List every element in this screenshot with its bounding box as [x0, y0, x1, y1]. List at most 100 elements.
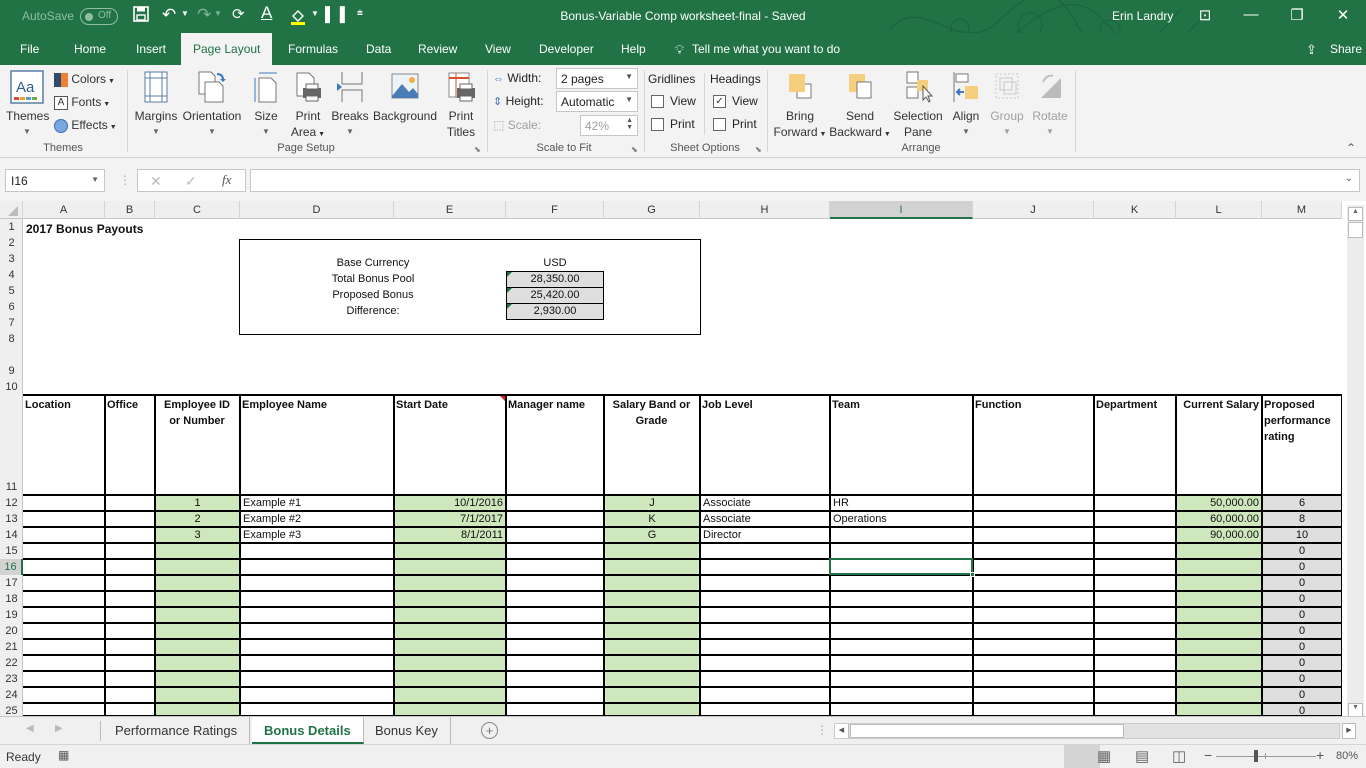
headings-print-check[interactable]	[713, 118, 726, 132]
height-dropdown[interactable]: Automatic ▼	[556, 91, 638, 112]
expand-formula-icon[interactable]: ⌄	[1345, 173, 1353, 184]
performance-rating-cell[interactable]: 0	[1262, 672, 1342, 687]
performance-rating-cell[interactable]: 0	[1262, 576, 1342, 591]
row-header-3[interactable]: 3	[0, 251, 23, 267]
collapse-ribbon-icon[interactable]: ⌃	[1346, 141, 1356, 155]
performance-rating-cell[interactable]: 0	[1262, 704, 1342, 716]
employee-name-cell[interactable]: Example #2	[240, 512, 394, 527]
prev-sheet-icon[interactable]: ◀	[26, 723, 34, 734]
performance-rating-cell[interactable]: 0	[1262, 608, 1342, 623]
scroll-down-icon[interactable]: ▼	[1348, 703, 1363, 717]
performance-rating-cell[interactable]: 0	[1262, 592, 1342, 607]
headings-view-check[interactable]: ✓	[713, 95, 726, 109]
sheet-title[interactable]: 2017 Bonus Payouts	[23, 222, 146, 237]
column-title[interactable]: Department	[1094, 395, 1176, 495]
colors-button[interactable]: Colors ▼	[54, 71, 115, 90]
tab-home[interactable]: Home	[74, 42, 106, 56]
column-title[interactable]: Function	[973, 395, 1094, 495]
row-header-23[interactable]: 23	[0, 671, 23, 687]
column-header-g[interactable]: G	[604, 201, 700, 219]
formula-input[interactable]: ⌄	[250, 169, 1360, 192]
column-header-d[interactable]: D	[240, 201, 394, 219]
column-header-c[interactable]: C	[155, 201, 240, 219]
job-level-cell[interactable]: Associate	[700, 512, 830, 527]
send-backward-button[interactable]: Send Backward ▼	[828, 70, 892, 143]
print-titles-button[interactable]: Print Titles	[442, 70, 480, 140]
column-title[interactable]: Start Date	[394, 395, 506, 495]
performance-rating-cell[interactable]: 0	[1262, 640, 1342, 655]
enter-icon[interactable]: ✓	[185, 173, 197, 190]
page-layout-view-icon[interactable]: ▤	[1135, 747, 1149, 765]
next-sheet-icon[interactable]: ▶	[55, 723, 63, 734]
zoom-slider-thumb[interactable]	[1254, 750, 1258, 762]
align-button[interactable]: Align ▼	[946, 70, 986, 140]
gridlines-print-checkbox[interactable]: Print	[651, 117, 695, 132]
column-header-a[interactable]: A	[23, 201, 105, 219]
difference-value[interactable]: 2,930.00	[506, 303, 604, 320]
performance-rating-cell[interactable]: 8	[1262, 512, 1342, 527]
column-title[interactable]: Job Level	[700, 395, 830, 495]
row-header-14[interactable]: 14	[0, 527, 23, 543]
zoom-out-icon[interactable]: −	[1204, 747, 1212, 763]
job-level-cell[interactable]: Director	[700, 528, 830, 543]
ribbon-display-options-icon[interactable]: ⊡	[1190, 6, 1220, 24]
gridlines-view-check[interactable]	[651, 95, 664, 109]
scroll-left-icon[interactable]: ◀	[835, 724, 849, 738]
column-header-i[interactable]: I	[830, 201, 973, 219]
column-title[interactable]: Salary Band or Grade	[604, 395, 700, 495]
tab-page-layout[interactable]: Page Layout	[181, 33, 273, 65]
worksheet-grid[interactable]: 2017 Bonus Payouts Base Currency USD Tot…	[23, 219, 1342, 716]
performance-rating-cell[interactable]: 10	[1262, 528, 1342, 543]
column-header-j[interactable]: J	[973, 201, 1094, 219]
column-title[interactable]: Office	[105, 395, 155, 495]
breaks-button[interactable]: Breaks ▼	[331, 70, 369, 140]
row-header-6[interactable]: 6	[0, 299, 23, 315]
column-title[interactable]: Proposed performance rating	[1262, 395, 1342, 495]
tab-data[interactable]: Data	[366, 42, 391, 56]
column-header-k[interactable]: K	[1094, 201, 1176, 219]
page-setup-launcher-icon[interactable]: ⬊	[474, 145, 481, 154]
employee-id-cell[interactable]: 3	[155, 528, 240, 543]
current-salary-cell[interactable]: 50,000.00	[1176, 496, 1262, 511]
tab-view[interactable]: View	[485, 42, 511, 56]
row-header-19[interactable]: 19	[0, 607, 23, 623]
sheet-tab-performance-ratings[interactable]: Performance Ratings	[103, 717, 251, 744]
themes-button[interactable]: Aa Themes ▼	[6, 70, 49, 140]
column-header-b[interactable]: B	[105, 201, 155, 219]
orientation-button[interactable]: Orientation ▼	[181, 70, 243, 140]
current-salary-cell[interactable]: 60,000.00	[1176, 512, 1262, 527]
gridlines-print-check[interactable]	[651, 118, 664, 132]
row-header-8[interactable]: 8	[0, 331, 23, 347]
fonts-button[interactable]: A Fonts ▼	[54, 94, 110, 113]
page-break-view-icon[interactable]: ◫	[1172, 747, 1186, 765]
margins-button[interactable]: Margins ▼	[133, 70, 179, 140]
start-date-cell[interactable]: 10/1/2016	[394, 496, 506, 511]
vertical-scrollbar[interactable]: ▲ ▼	[1347, 205, 1364, 718]
tab-developer[interactable]: Developer	[539, 42, 594, 56]
column-header-l[interactable]: L	[1176, 201, 1262, 219]
column-title[interactable]: Employee ID or Number	[155, 395, 240, 495]
salary-grade-cell[interactable]: J	[604, 496, 700, 511]
size-button[interactable]: Size ▼	[250, 70, 282, 140]
close-icon[interactable]: ✕	[1328, 6, 1358, 24]
performance-rating-cell[interactable]: 0	[1262, 560, 1342, 575]
tell-me-search[interactable]: Tell me what you want to do	[692, 42, 840, 56]
performance-rating-cell[interactable]: 0	[1262, 624, 1342, 639]
employee-name-cell[interactable]: Example #1	[240, 496, 394, 511]
cancel-icon[interactable]: ✕	[150, 173, 162, 190]
insert-function-icon[interactable]: fx	[222, 172, 231, 188]
share-button[interactable]: Share	[1330, 42, 1362, 56]
headings-view-checkbox[interactable]: ✓ View	[713, 94, 758, 109]
salary-grade-cell[interactable]: G	[604, 528, 700, 543]
normal-view-icon[interactable]: ▦	[1097, 747, 1111, 765]
row-header-2[interactable]: 2	[0, 235, 23, 251]
team-cell[interactable]: HR	[830, 496, 973, 511]
splitter-handle[interactable]: ⋮	[119, 173, 131, 187]
print-area-button[interactable]: Print Area ▼	[289, 70, 327, 143]
current-salary-cell[interactable]: 90,000.00	[1176, 528, 1262, 543]
sheet-tab-bonus-details[interactable]: Bonus Details	[252, 717, 364, 744]
gridlines-view-checkbox[interactable]: View	[651, 94, 696, 109]
horizontal-scrollbar[interactable]: ◀	[834, 723, 1340, 739]
performance-rating-cell[interactable]: 0	[1262, 544, 1342, 559]
effects-button[interactable]: Effects ▼	[54, 117, 117, 136]
